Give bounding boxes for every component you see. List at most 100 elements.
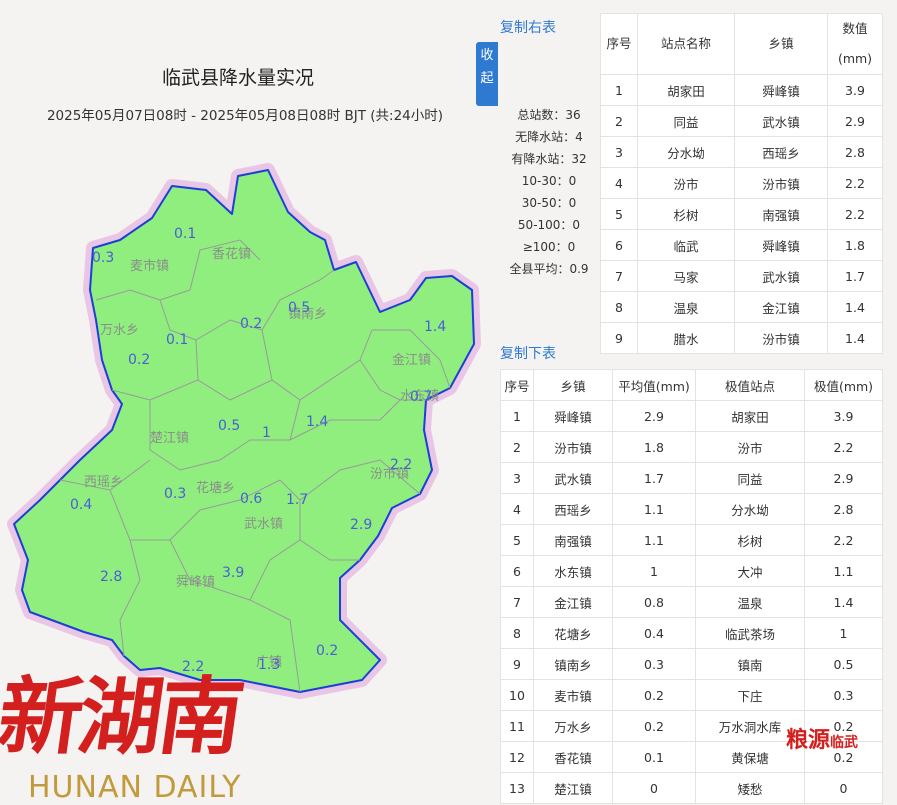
table-cell: 7	[500, 586, 534, 618]
column-header: 乡镇	[533, 369, 613, 401]
table-cell: 1.1	[612, 493, 696, 525]
rainfall-value: 0.2	[128, 352, 150, 368]
table-row: 8 温泉 金江镇 1.4	[600, 291, 883, 323]
table-cell: 4	[500, 493, 534, 525]
table-cell: 舜峰镇	[734, 74, 828, 106]
rainfall-value: 0.3	[164, 486, 186, 502]
collapse-button-char: 起	[480, 71, 494, 86]
table-cell: 0.8	[612, 586, 696, 618]
table-row: 1 舜峰镇 2.9 胡家田 3.9	[500, 400, 883, 432]
stat-no-rain: 无降水站：4	[515, 130, 583, 144]
table-cell: 5	[500, 524, 534, 556]
table-cell: 2.9	[827, 105, 883, 137]
table-row: 3 分水坳 西瑶乡 2.8	[600, 136, 883, 168]
rainfall-value: 1	[262, 425, 271, 441]
rainfall-value: 0.1	[174, 226, 196, 242]
table-row: 5 南强镇 1.1 杉树 2.2	[500, 524, 883, 556]
table-cell: 武水镇	[533, 462, 613, 494]
stat-rain: 有降水站：32	[511, 152, 587, 166]
column-header: 数值(mm)	[827, 13, 883, 75]
table-cell: 2.2	[827, 198, 883, 230]
copy-below-table-link[interactable]: 复制下表	[500, 343, 556, 363]
rainfall-value: 1.7	[286, 492, 308, 508]
region-label: 楚江镇	[150, 431, 189, 446]
table-row: 6 水东镇 1 大冲 1.1	[500, 555, 883, 587]
rainfall-value: 0.5	[218, 418, 240, 434]
table-row: 4 西瑶乡 1.1 分水坳 2.8	[500, 493, 883, 525]
table-cell: 0	[612, 772, 696, 804]
table-cell: 1	[600, 74, 638, 106]
table-cell: 胡家田	[637, 74, 735, 106]
table-cell: 香花镇	[533, 741, 613, 773]
region-label: 麦市镇	[130, 258, 169, 274]
table-cell: 2	[600, 105, 638, 137]
table-cell: 武水镇	[734, 105, 828, 137]
table-cell: 1	[612, 555, 696, 587]
table-cell: 2	[500, 431, 534, 463]
stations-table: 序号 站点名称 乡镇 数值(mm) 1 胡家田 舜峰镇 3.9 2 同益 武水镇 2.9 3 分水…	[600, 13, 883, 354]
region-label: 武水镇	[244, 517, 283, 532]
table-cell: 杉树	[637, 198, 735, 230]
table-cell: 矮愁	[695, 772, 805, 804]
table-cell: 大冲	[695, 555, 805, 587]
table-cell: 金江镇	[734, 291, 828, 323]
table-cell: 2.8	[827, 136, 883, 168]
table-row: 9 镇南乡 0.3 镇南 0.5	[500, 648, 883, 680]
table-cell: 7	[600, 260, 638, 292]
table-cell: 0.4	[612, 617, 696, 649]
table-cell: 镇南乡	[533, 648, 613, 680]
table-cell: 温泉	[695, 586, 805, 618]
table-cell: 临武茶场	[695, 617, 805, 649]
column-header: 乡镇	[734, 13, 828, 75]
table-cell: 武水镇	[734, 260, 828, 292]
region-label: 舜峰镇	[176, 575, 215, 590]
region-label: 金江镇	[392, 352, 431, 368]
hunan-daily-logo: 新湖南	[0, 667, 247, 766]
column-header: 站点名称	[637, 13, 735, 75]
table-row: 5 杉树 南强镇 2.2	[600, 198, 883, 230]
rainfall-value: 0.4	[70, 497, 92, 513]
table-cell: 0.3	[612, 648, 696, 680]
table-cell: 4	[600, 167, 638, 199]
copy-right-table-link[interactable]: 复制右表	[500, 17, 556, 37]
table-cell: 汾市镇	[533, 431, 613, 463]
rainfall-value: 0.2	[316, 643, 338, 659]
rainfall-value: 1.4	[424, 319, 446, 335]
table-cell: 1.4	[827, 291, 883, 323]
rainfall-value: 1.3	[258, 657, 280, 673]
table-cell: 0.5	[804, 648, 883, 680]
table-cell: 2.9	[804, 462, 883, 494]
rainfall-value: 0.5	[288, 300, 310, 316]
table-cell: 6	[500, 555, 534, 587]
table-cell: 6	[600, 229, 638, 261]
table-cell: 万水乡	[533, 710, 613, 742]
table-cell: 马家	[637, 260, 735, 292]
region-label: 西瑶乡	[84, 475, 123, 490]
table-row: 9 腊水 汾市镇 1.4	[600, 322, 883, 354]
rainfall-value: 0.6	[240, 491, 262, 507]
table-cell: 西瑶乡	[533, 493, 613, 525]
region-label: 花塘乡	[196, 480, 235, 496]
table-row: 7 金江镇 0.8 温泉 1.4	[500, 586, 883, 618]
rainfall-value: 2.2	[390, 457, 412, 473]
table-cell: 下庄	[695, 679, 805, 711]
table-row: 3 武水镇 1.7 同益 2.9	[500, 462, 883, 494]
collapse-button[interactable]: 收 起	[476, 42, 498, 106]
table-cell: 11	[500, 710, 534, 742]
table-cell: 8	[600, 291, 638, 323]
table-cell: 3.9	[827, 74, 883, 106]
table-cell: 1.8	[612, 431, 696, 463]
table-cell: 0.2	[612, 679, 696, 711]
table-cell: 1.4	[827, 322, 883, 354]
region-label: 万水乡	[100, 323, 139, 338]
column-header: 序号	[500, 369, 534, 401]
table-cell: 2.2	[804, 431, 883, 463]
table-cell: 舜峰镇	[533, 400, 613, 432]
table-cell: 杉树	[695, 524, 805, 556]
table-cell: 分水坳	[637, 136, 735, 168]
column-header: 极值(mm)	[804, 369, 883, 401]
table-cell: 临武	[637, 229, 735, 261]
rainfall-value: 0.7	[410, 389, 432, 405]
stat-100: ≥100：0	[522, 240, 576, 254]
table-cell: 13	[500, 772, 534, 804]
